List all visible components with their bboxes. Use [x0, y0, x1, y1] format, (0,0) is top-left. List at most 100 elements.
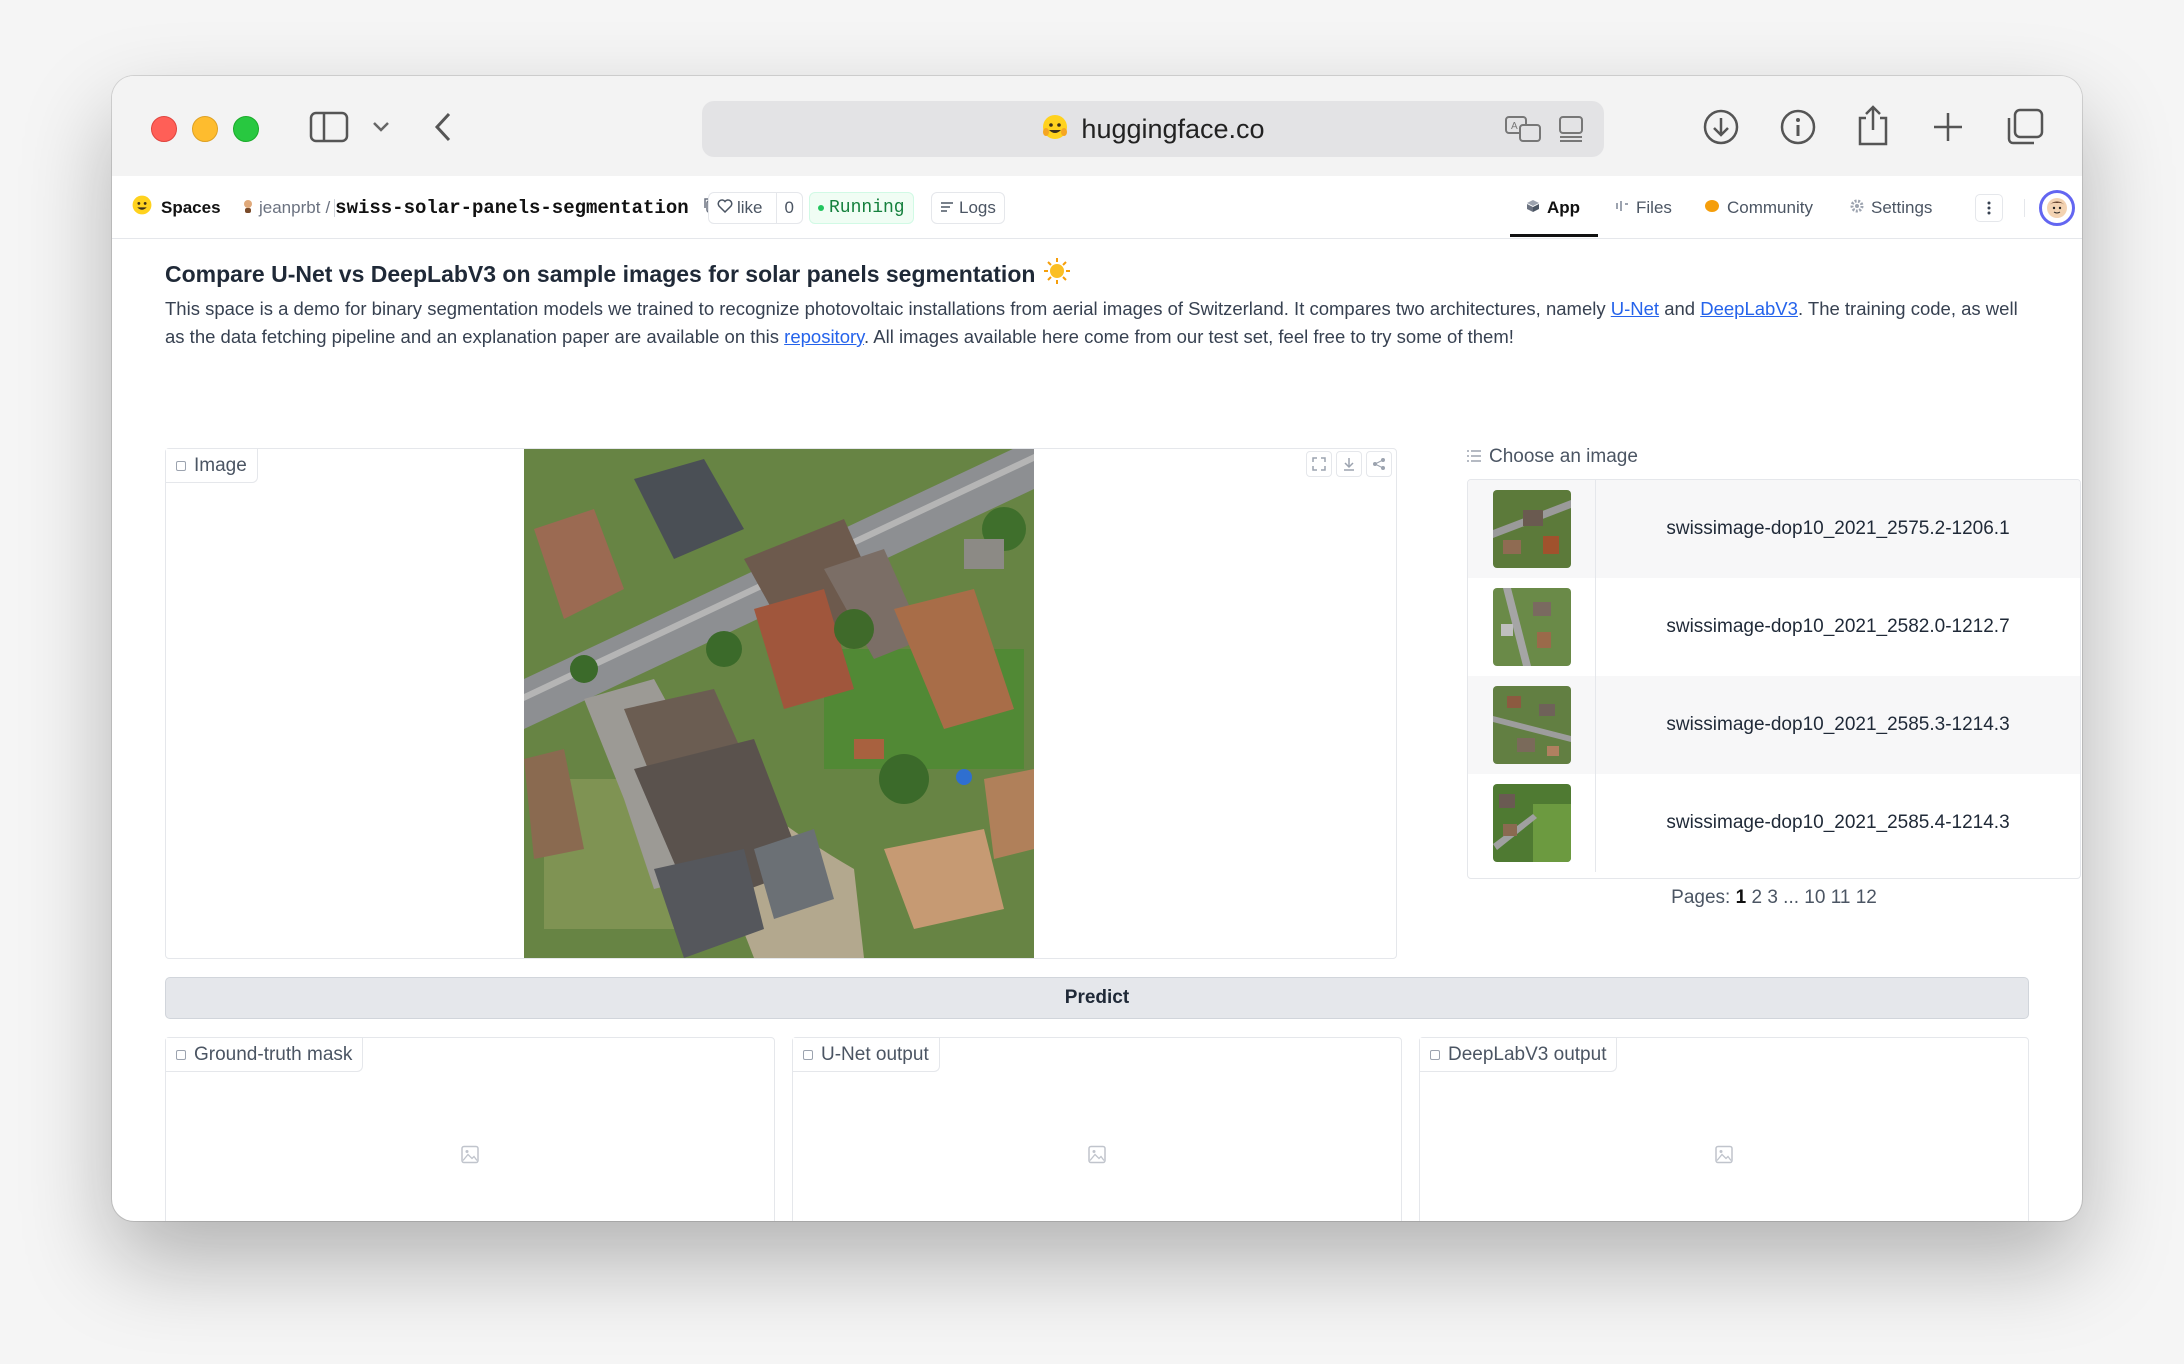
- user-avatar-icon: [242, 198, 254, 218]
- sun-icon: [1043, 257, 1071, 291]
- repository-link[interactable]: repository: [784, 326, 864, 347]
- choose-image-label: Choose an image: [1467, 446, 1638, 468]
- description-text-1: This space is a demo for binary segmenta…: [165, 298, 1611, 319]
- status-dot-icon: [818, 204, 824, 211]
- close-window-button[interactable]: [151, 116, 177, 142]
- tab-files[interactable]: Files: [1615, 176, 1672, 239]
- avatar-face-icon: [2047, 197, 2067, 218]
- hf-header: Spaces jeanprbt / swiss-solar-panels-seg…: [112, 176, 2082, 239]
- example-row[interactable]: swissimage-dop10_2021_2585.3-1214.3: [1468, 676, 2080, 774]
- sidebar-toggle-icon[interactable]: [308, 110, 350, 144]
- tab-settings-label: Settings: [1871, 197, 1933, 217]
- hf-favicon-icon: [1041, 113, 1069, 146]
- example-row[interactable]: swissimage-dop10_2021_2585.4-1214.3: [1468, 774, 2080, 872]
- chevron-down-icon[interactable]: [370, 116, 392, 138]
- zoom-window-button[interactable]: [233, 116, 259, 142]
- new-tab-icon[interactable]: [1930, 109, 1966, 145]
- path-separator: /: [325, 197, 331, 217]
- choose-image-text: Choose an image: [1489, 446, 1638, 467]
- unet-output-label-icon: [803, 1049, 813, 1060]
- deeplabv3-output-label: DeepLabV3 output: [1420, 1038, 1618, 1072]
- tab-files-label: Files: [1636, 197, 1672, 217]
- image-label-text: Image: [194, 454, 247, 476]
- pagination: Pages: 1 2 3 ... 10 11 12: [1467, 887, 2081, 909]
- examples-table: swissimage-dop10_2021_2575.2-1206.1 swis…: [1467, 479, 2081, 879]
- image-toolbar: [1306, 451, 1392, 477]
- share-icon[interactable]: [1855, 104, 1891, 146]
- example-thumbnail: [1492, 686, 1571, 764]
- back-icon[interactable]: [432, 111, 454, 143]
- example-row[interactable]: swissimage-dop10_2021_2575.2-1206.1: [1468, 480, 2080, 578]
- example-thumbnail: [1492, 588, 1571, 666]
- image-input-panel[interactable]: Image: [165, 448, 1397, 959]
- gear-icon: [1850, 198, 1864, 218]
- info-icon[interactable]: [1779, 108, 1817, 146]
- files-icon: [1615, 198, 1629, 218]
- logs-button[interactable]: Logs: [931, 191, 1005, 224]
- pagination-current[interactable]: 1: [1736, 887, 1747, 908]
- unet-output-label: U-Net output: [793, 1038, 940, 1072]
- space-name-link[interactable]: swiss-solar-panels-segmentation: [335, 197, 688, 219]
- active-tab-indicator: [1510, 234, 1598, 237]
- description: This space is a demo for binary segmenta…: [165, 295, 2029, 351]
- address-bar[interactable]: huggingface.co A: [702, 101, 1604, 157]
- list-icon: [1467, 446, 1481, 468]
- ground-truth-label: Ground-truth mask: [166, 1038, 364, 1072]
- ground-truth-panel: Ground-truth mask: [165, 1037, 775, 1221]
- like-label: like: [737, 197, 763, 217]
- image-placeholder-icon: [461, 1145, 479, 1169]
- tab-app[interactable]: App: [1526, 176, 1580, 239]
- example-name: swissimage-dop10_2021_2585.3-1214.3: [1666, 714, 2010, 735]
- share-image-icon[interactable]: [1366, 451, 1392, 477]
- pagination-pages[interactable]: 2 3 ... 10 11 12: [1751, 887, 1876, 908]
- unet-output-label-text: U-Net output: [821, 1043, 929, 1065]
- unet-output-panel: U-Net output: [792, 1037, 1402, 1221]
- deeplabv3-link[interactable]: DeepLabV3: [1700, 298, 1798, 319]
- reader-mode-icon[interactable]: [1558, 115, 1584, 148]
- unet-link[interactable]: U-Net: [1611, 298, 1659, 319]
- deeplabv3-output-panel: DeepLabV3 output: [1419, 1037, 2029, 1221]
- description-text-4: . All images available here come from ou…: [864, 326, 1514, 347]
- translate-icon[interactable]: A: [1504, 115, 1542, 148]
- url-text: huggingface.co: [1081, 113, 1265, 144]
- deeplabv3-output-label-icon: [1430, 1049, 1440, 1060]
- fullscreen-icon[interactable]: [1306, 451, 1332, 477]
- page-title: Compare U-Net vs DeepLabV3 on sample ima…: [165, 257, 1071, 291]
- tab-community-label: Community: [1727, 197, 1813, 217]
- tab-app-label: App: [1547, 197, 1581, 217]
- space-owner-link[interactable]: jeanprbt: [259, 198, 320, 218]
- tab-overview-icon[interactable]: [2005, 107, 2045, 147]
- aerial-image: [524, 449, 1034, 958]
- page-title-text: Compare U-Net vs DeepLabV3 on sample ima…: [165, 260, 1036, 287]
- image-label-icon: [176, 460, 186, 471]
- download-image-icon[interactable]: [1336, 451, 1362, 477]
- svg-text:A: A: [1511, 121, 1518, 132]
- download-icon[interactable]: [1702, 108, 1740, 146]
- example-name: swissimage-dop10_2021_2582.0-1212.7: [1666, 616, 2010, 637]
- pagination-label: Pages:: [1671, 887, 1731, 908]
- community-icon: [1704, 198, 1720, 218]
- like-button[interactable]: like 0: [708, 191, 803, 224]
- browser-window: huggingface.co A Spaces jeanprbt / swiss…: [112, 76, 2082, 1221]
- more-options-button[interactable]: [1975, 193, 2003, 222]
- image-placeholder-icon: [1088, 1145, 1106, 1169]
- minimize-window-button[interactable]: [192, 116, 218, 142]
- ground-truth-label-text: Ground-truth mask: [194, 1043, 353, 1065]
- example-name: swissimage-dop10_2021_2585.4-1214.3: [1666, 812, 2010, 833]
- spaces-label: Spaces: [161, 197, 221, 217]
- predict-button[interactable]: Predict: [165, 977, 2029, 1019]
- tab-community[interactable]: Community: [1704, 176, 1813, 239]
- spaces-link[interactable]: Spaces: [131, 176, 221, 239]
- logs-icon: [940, 198, 954, 218]
- tab-settings[interactable]: Settings: [1850, 176, 1932, 239]
- example-thumbnail: [1492, 784, 1571, 862]
- ground-truth-label-icon: [176, 1049, 186, 1060]
- logs-label: Logs: [959, 197, 996, 217]
- user-avatar[interactable]: [2039, 189, 2075, 226]
- app-icon: [1526, 198, 1540, 218]
- status-label: Running: [829, 197, 905, 218]
- like-count: 0: [775, 192, 802, 223]
- browser-toolbar: huggingface.co A: [112, 76, 2082, 176]
- example-row[interactable]: swissimage-dop10_2021_2582.0-1212.7: [1468, 578, 2080, 676]
- image-label: Image: [166, 449, 258, 483]
